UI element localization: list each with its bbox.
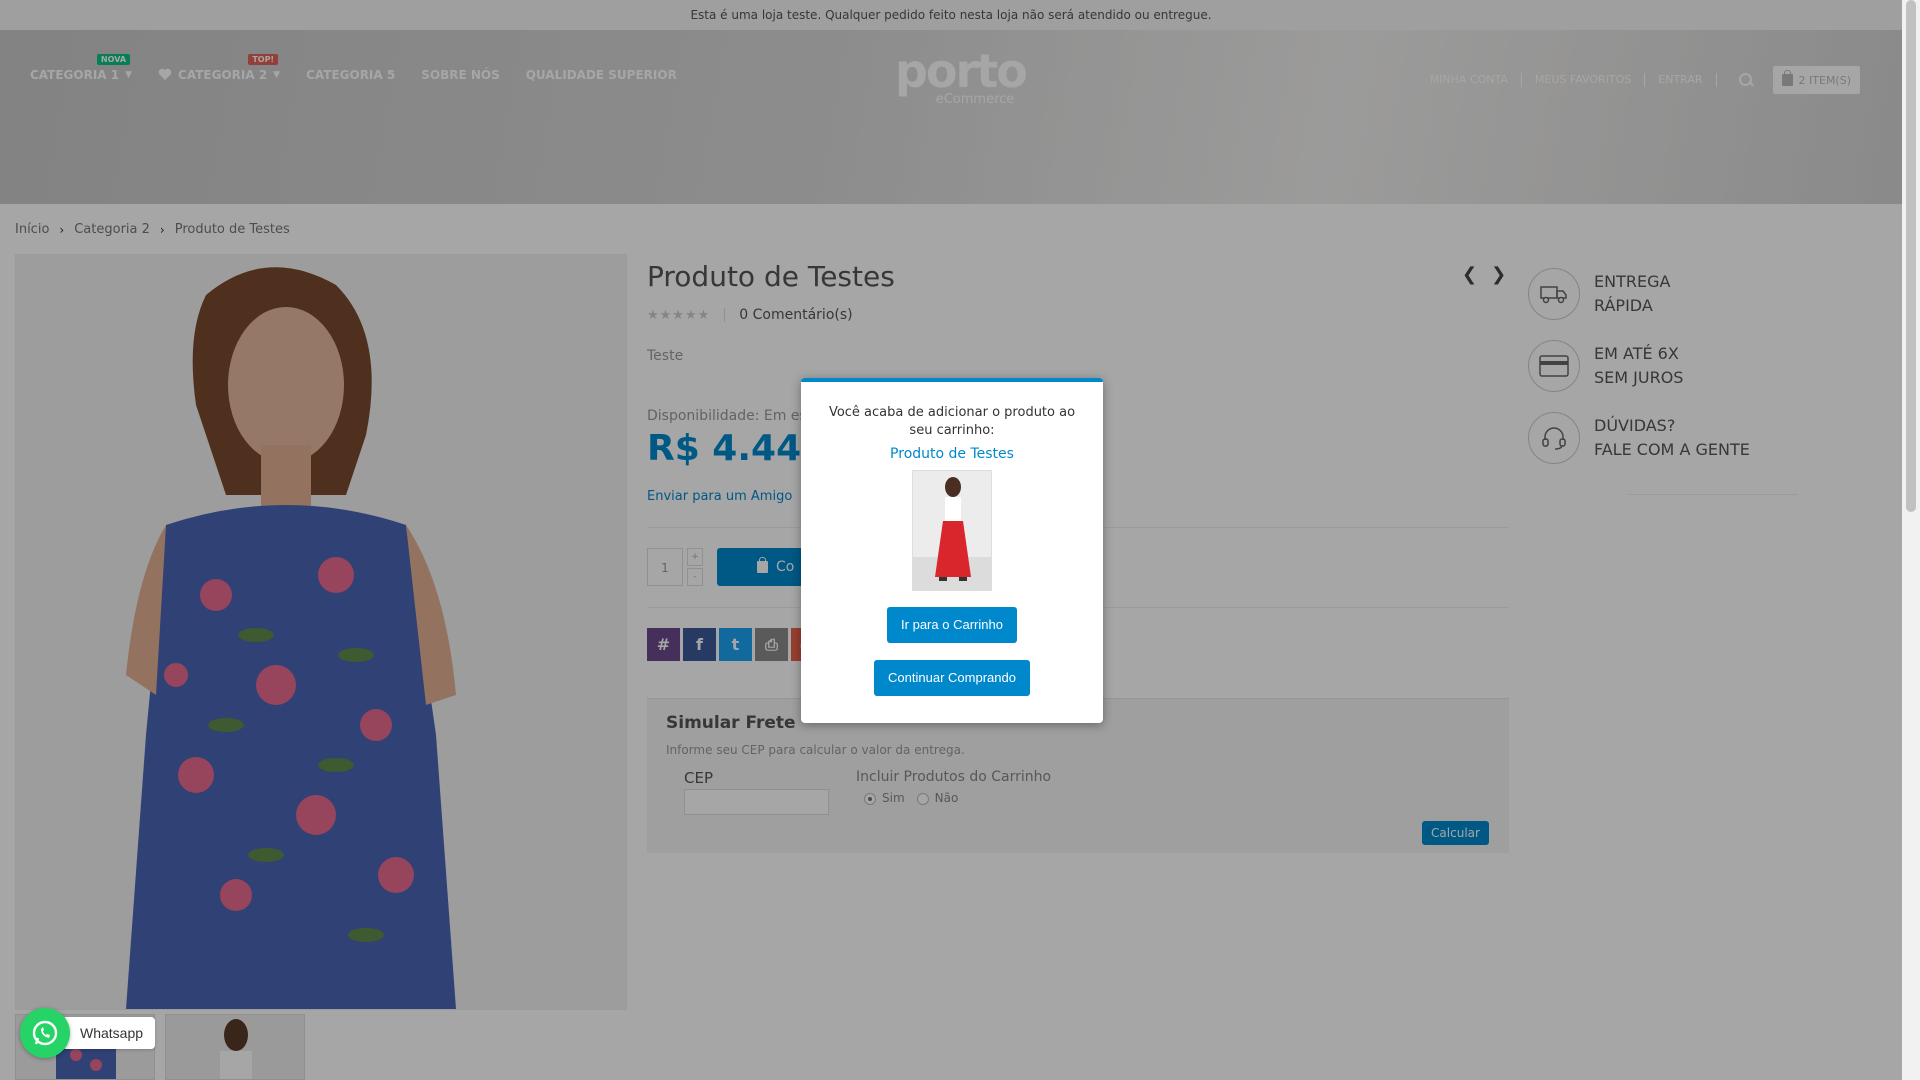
scrollbar-thumb[interactable] [1906,0,1916,512]
added-to-cart-modal: Você acaba de adicionar o produto ao seu… [801,378,1103,723]
whatsapp-icon[interactable] [20,1008,70,1058]
page-scrollbar[interactable] [1902,0,1920,1080]
whatsapp-label: Whatsapp [62,1017,156,1049]
modal-message: Você acaba de adicionar o produto ao seu… [828,405,1076,438]
whatsapp-widget[interactable]: Whatsapp [20,1008,156,1058]
modal-product-link[interactable]: Produto de Testes [801,446,1103,462]
continue-shopping-button[interactable]: Continuar Comprando [874,660,1030,696]
go-to-cart-button[interactable]: Ir para o Carrinho [887,607,1017,643]
modal-product-image [912,470,992,591]
